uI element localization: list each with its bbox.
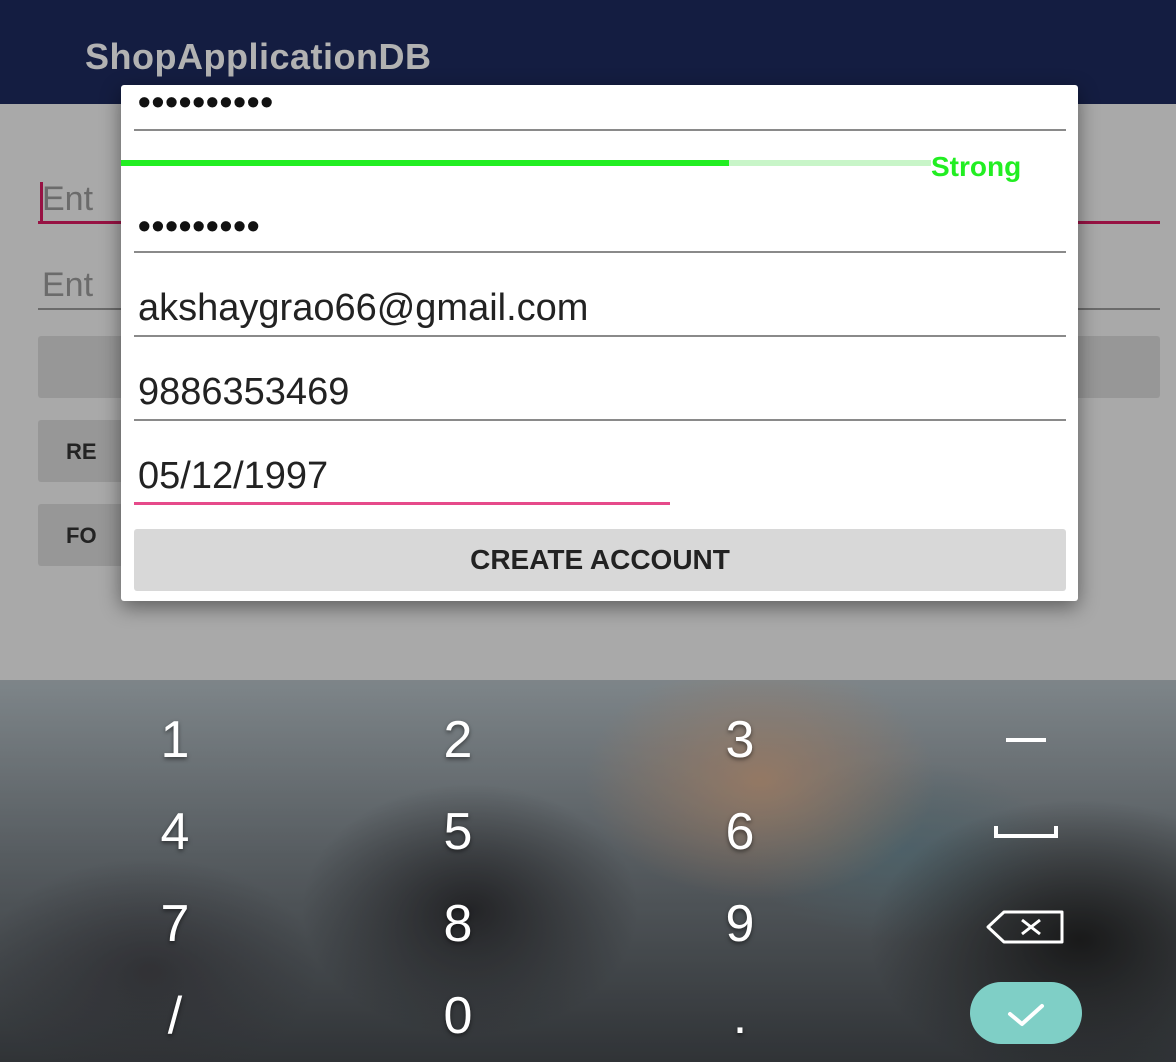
key-8[interactable]: 8: [398, 884, 518, 964]
key-1[interactable]: 1: [115, 700, 235, 780]
space-key[interactable]: [966, 792, 1086, 872]
field-underline: [134, 129, 1066, 131]
phone-value: 9886353469: [138, 371, 350, 413]
minus-key[interactable]: [966, 700, 1086, 780]
key-3[interactable]: 3: [680, 700, 800, 780]
backspace-key[interactable]: [966, 884, 1086, 964]
field-underline: [134, 251, 1066, 253]
field-underline: [134, 335, 1066, 337]
confirm-password-mask: •••••••••: [138, 205, 261, 246]
key-2[interactable]: 2: [398, 700, 518, 780]
phone-field[interactable]: 9886353469: [134, 361, 1066, 421]
key-9[interactable]: 9: [680, 884, 800, 964]
key-4[interactable]: 4: [115, 792, 235, 872]
date-of-birth-value: 05/12/1997: [138, 455, 329, 497]
email-value: akshaygrao66@gmail.com: [138, 287, 589, 329]
key-period[interactable]: .: [680, 976, 800, 1056]
key-7[interactable]: 7: [115, 884, 235, 964]
numeric-keyboard: 1 2 3 4 5 6 7 8 9 / 0 .: [0, 680, 1176, 1062]
done-check-icon: [1008, 1004, 1044, 1026]
key-6[interactable]: 6: [680, 792, 800, 872]
password-mask: ••••••••••: [138, 81, 275, 122]
email-field[interactable]: akshaygrao66@gmail.com: [134, 277, 1066, 337]
backspace-icon: [986, 910, 1064, 944]
confirm-password-field[interactable]: •••••••••: [134, 195, 1066, 253]
key-slash[interactable]: /: [115, 976, 235, 1056]
password-field[interactable]: ••••••••••: [134, 81, 1066, 131]
create-account-button[interactable]: CREATE ACCOUNT: [134, 529, 1066, 591]
password-strength-fill: [121, 160, 729, 166]
date-of-birth-field[interactable]: 05/12/1997: [134, 445, 1066, 505]
minus-icon: [1006, 738, 1046, 742]
field-underline: [134, 419, 1066, 421]
key-0[interactable]: 0: [398, 976, 518, 1056]
create-account-dialog: •••••••••• Strong ••••••••• akshaygrao66…: [121, 81, 1078, 601]
password-strength-label: Strong: [931, 151, 1022, 182]
done-key[interactable]: [970, 982, 1082, 1044]
focused-field-underline: [134, 502, 670, 505]
key-5[interactable]: 5: [398, 792, 518, 872]
password-strength-meter: [121, 160, 931, 166]
space-icon: [994, 826, 1058, 838]
